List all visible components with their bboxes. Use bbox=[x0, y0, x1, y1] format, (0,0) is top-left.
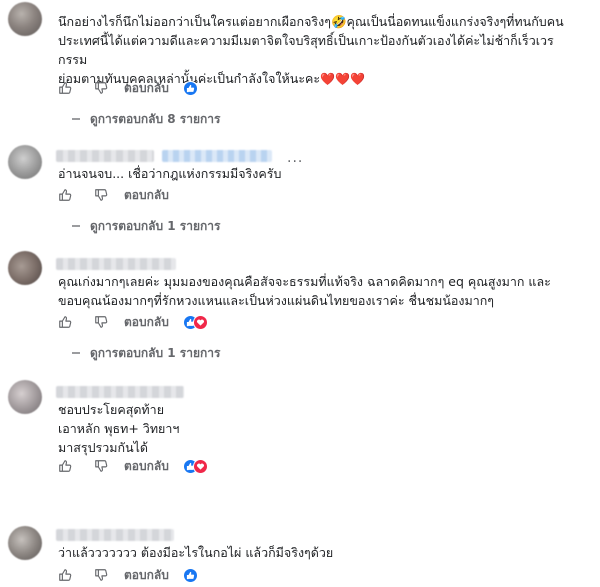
dislike-icon[interactable] bbox=[94, 188, 108, 202]
comment-text: ชอบประโยคสุดท้าย เอาหลัก พุธท+ วิทยาฯ มา… bbox=[58, 402, 180, 455]
avatar[interactable] bbox=[8, 2, 42, 36]
comment-actions: ตอบกลับ bbox=[58, 79, 198, 97]
reply-button[interactable]: ตอบกลับ bbox=[124, 457, 169, 476]
view-replies-link[interactable]: ดูการตอบกลับ 1 รายการ bbox=[70, 345, 220, 361]
view-replies-label: ดูการตอบกลับ 1 รายการ bbox=[90, 345, 221, 360]
avatar[interactable] bbox=[8, 251, 42, 285]
reply-arrow-icon bbox=[72, 352, 80, 354]
avatar[interactable] bbox=[8, 380, 42, 414]
comment-actions: ตอบกลับ bbox=[58, 566, 198, 584]
reply-arrow-icon bbox=[72, 225, 80, 227]
reply-button[interactable]: ตอบกลับ bbox=[124, 79, 169, 98]
dislike-icon[interactable] bbox=[94, 81, 108, 95]
reply-button[interactable]: ตอบกลับ bbox=[124, 313, 169, 332]
reaction-summary[interactable] bbox=[182, 80, 198, 96]
comment-actions: ตอบกลับ bbox=[58, 313, 208, 331]
comment-text: ว่าแล้ววววววว ต้องมีอะไรในกอไผ่ แล้วก็มี… bbox=[58, 545, 334, 560]
like-reaction-icon bbox=[182, 567, 198, 583]
comment-actions: ตอบกลับ bbox=[58, 186, 183, 204]
reaction-summary[interactable] bbox=[182, 567, 198, 583]
commenter-name[interactable] bbox=[56, 386, 184, 398]
like-icon[interactable] bbox=[58, 459, 72, 473]
dislike-icon[interactable] bbox=[94, 459, 108, 473]
view-replies-link[interactable]: ดูการตอบกลับ 1 รายการ bbox=[70, 218, 220, 234]
reaction-summary[interactable] bbox=[182, 458, 208, 474]
reaction-summary[interactable] bbox=[182, 314, 208, 330]
like-icon[interactable] bbox=[58, 81, 72, 95]
reply-button[interactable]: ตอบกลับ bbox=[124, 186, 169, 205]
reply-button[interactable]: ตอบกลับ bbox=[124, 566, 169, 585]
view-replies-link[interactable]: ดูการตอบกลับ 8 รายการ bbox=[70, 111, 220, 127]
reply-arrow-icon bbox=[72, 118, 80, 120]
avatar[interactable] bbox=[8, 145, 42, 179]
dislike-icon[interactable] bbox=[94, 315, 108, 329]
commenter-name[interactable] bbox=[56, 258, 176, 270]
like-icon[interactable] bbox=[58, 568, 72, 582]
care-reaction-icon bbox=[192, 314, 208, 330]
tagged-name[interactable] bbox=[162, 150, 272, 162]
view-replies-label: ดูการตอบกลับ 1 รายการ bbox=[90, 218, 221, 233]
like-reaction-icon bbox=[182, 80, 198, 96]
heart-emojis: ❤️❤️❤️ bbox=[320, 72, 365, 86]
dislike-icon[interactable] bbox=[94, 568, 108, 582]
care-reaction-icon bbox=[192, 458, 208, 474]
like-icon[interactable] bbox=[58, 315, 72, 329]
commenter-name[interactable] bbox=[56, 150, 154, 162]
comment-actions: ตอบกลับ bbox=[58, 457, 208, 475]
commenter-name[interactable] bbox=[56, 529, 174, 541]
like-icon[interactable] bbox=[58, 188, 72, 202]
view-replies-label: ดูการตอบกลับ 8 รายการ bbox=[90, 111, 221, 126]
avatar[interactable] bbox=[8, 526, 42, 560]
comment-text: คุณเก่งมากๆเลยค่ะ มุมมองของคุณคือสัจจะธร… bbox=[58, 274, 551, 308]
comment-text: นึกอย่างไรก็นึกไม่ออกว่าเป็นใครแต่อยากเผ… bbox=[58, 14, 564, 86]
comment-text: อ่านจนจบ... เชื่อว่ากฎแห่งกรรมมีจริงครับ bbox=[58, 166, 282, 181]
